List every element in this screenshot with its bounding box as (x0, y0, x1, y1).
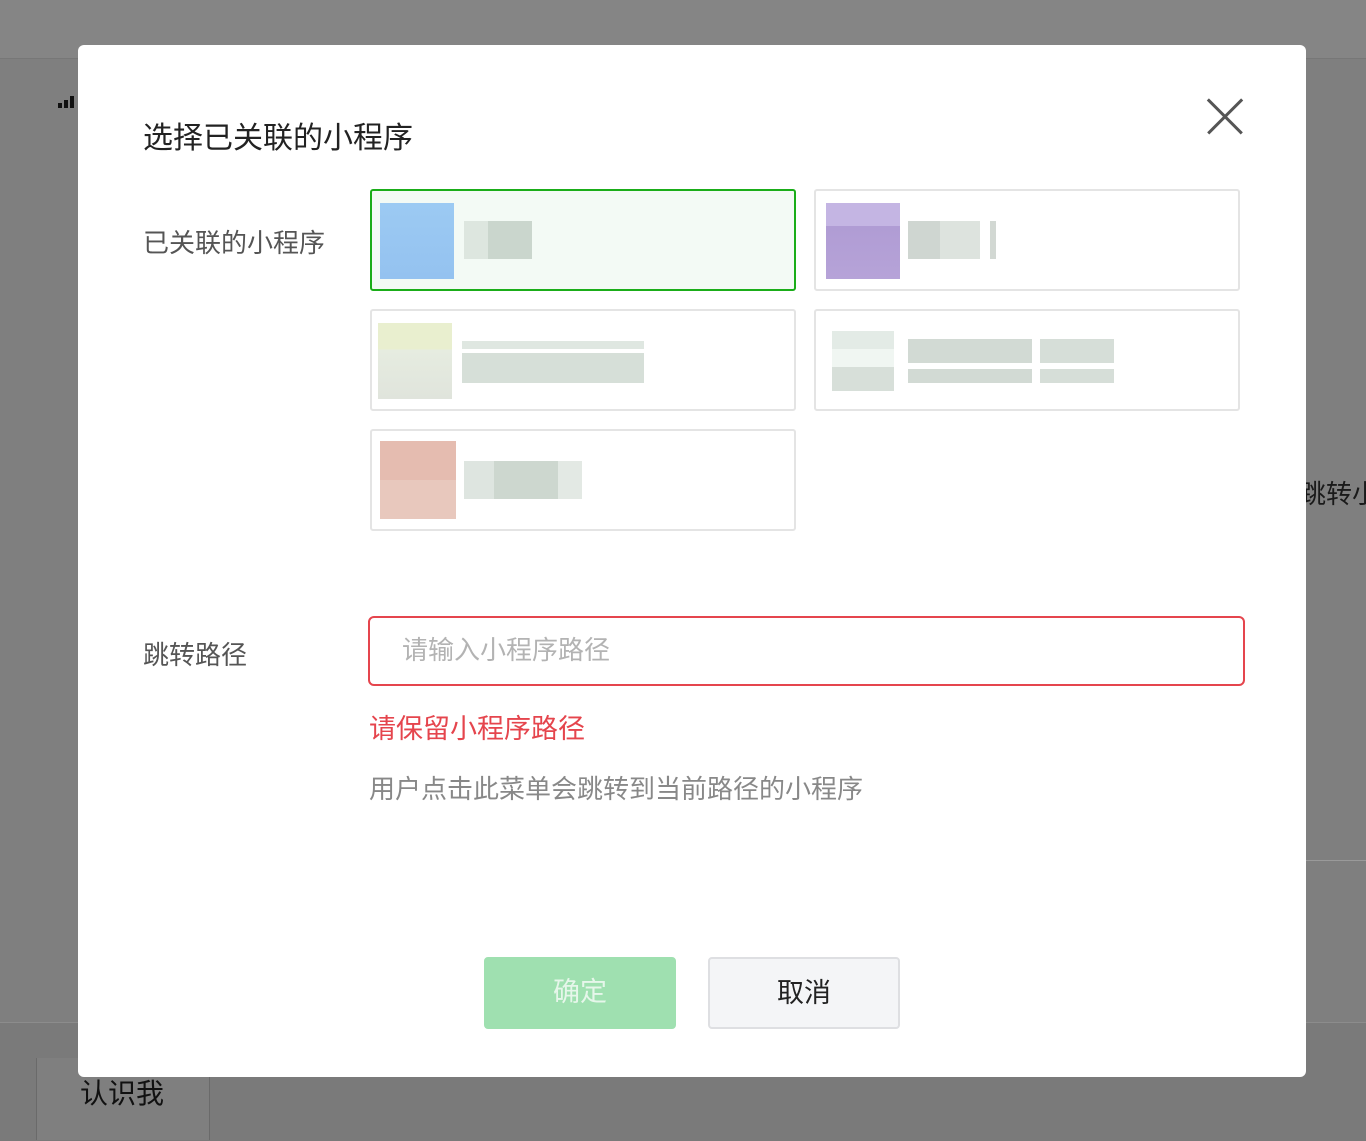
background-partial-text: 跳转小 (1300, 480, 1366, 510)
select-mini-program-dialog: 选择已关联的小程序 已关联的小程序 跳转路径 请输入小程序路径 请保留小程序路径… (78, 45, 1306, 1077)
background-bottom-tab-label: 认识我 (80, 1077, 165, 1110)
linked-app-card[interactable] (814, 309, 1240, 411)
app-name-blurred (462, 341, 644, 383)
cancel-button[interactable]: 取消 (708, 957, 900, 1029)
signal-icon (58, 96, 80, 108)
app-name-blurred (908, 339, 1114, 383)
dialog-title: 选择已关联的小程序 (143, 121, 413, 156)
app-name-blurred (464, 461, 582, 499)
linked-app-card[interactable] (370, 309, 796, 411)
path-hint: 用户点击此菜单会跳转到当前路径的小程序 (369, 775, 864, 805)
confirm-button[interactable]: 确定 (484, 957, 676, 1029)
linked-apps-label: 已关联的小程序 (143, 229, 326, 259)
linked-app-card[interactable] (814, 189, 1240, 291)
app-icon (378, 323, 452, 399)
linked-app-card[interactable] (370, 429, 796, 531)
path-error-message: 请保留小程序路径 (369, 714, 585, 745)
app-icon (380, 441, 456, 519)
app-icon (380, 203, 454, 279)
close-icon[interactable] (1204, 95, 1246, 137)
app-icon (832, 331, 894, 391)
app-name-blurred (908, 221, 996, 259)
background-divider (1306, 860, 1366, 861)
path-input[interactable] (368, 616, 1245, 686)
app-name-blurred (464, 221, 532, 259)
app-icon (826, 203, 900, 279)
path-label: 跳转路径 (143, 641, 248, 671)
linked-app-card[interactable] (370, 189, 796, 291)
